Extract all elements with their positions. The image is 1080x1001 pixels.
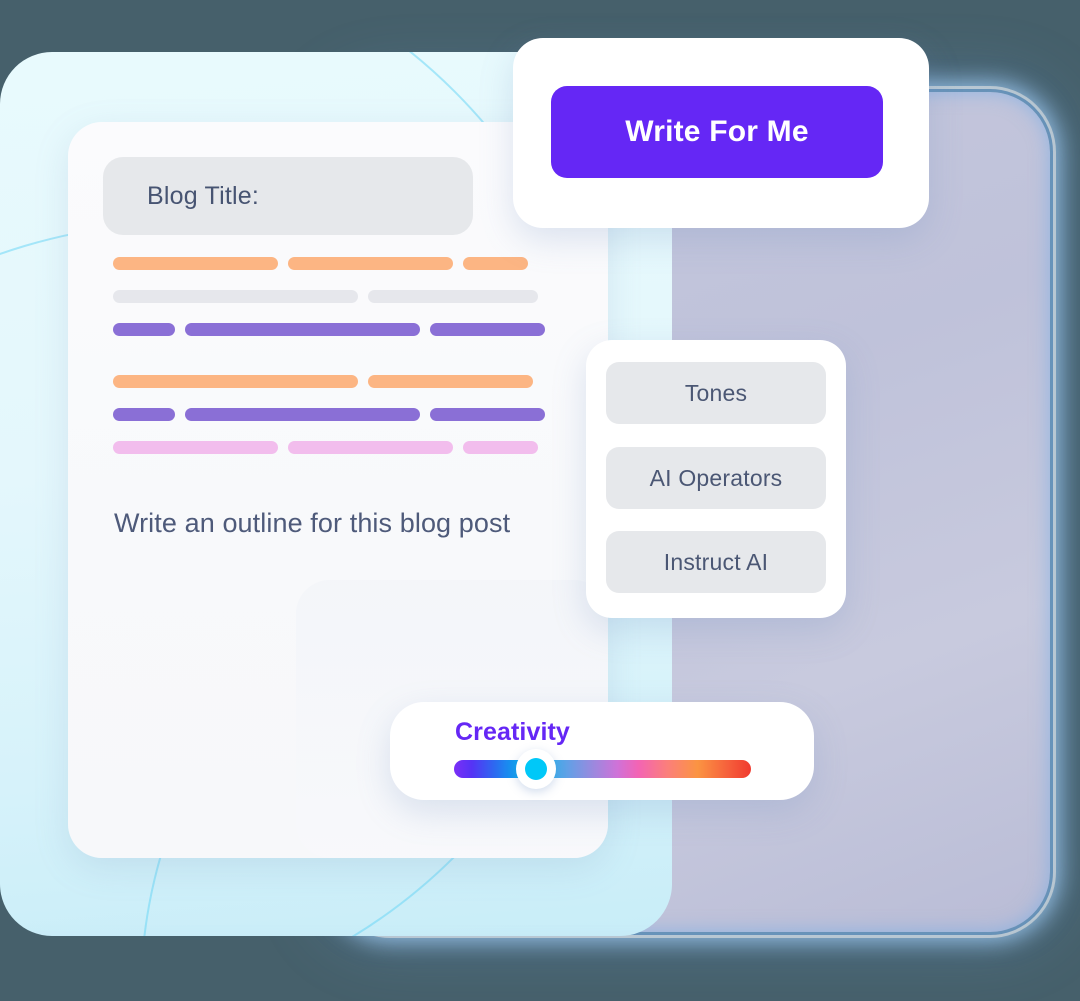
skeleton-bar	[113, 408, 175, 421]
skeleton-row	[113, 408, 545, 421]
creativity-slider-track[interactable]	[454, 760, 751, 778]
skeleton-bar	[113, 257, 278, 270]
skeleton-bar	[113, 375, 358, 388]
screenshot-stage: Blog Title: Write an outline for this bl…	[0, 0, 1080, 1001]
skeleton-bar	[185, 323, 420, 336]
skeleton-row	[113, 323, 545, 336]
blog-title-input[interactable]: Blog Title:	[103, 157, 473, 235]
tones-button[interactable]: Tones	[606, 362, 826, 424]
skeleton-bar	[463, 441, 538, 454]
creativity-slider[interactable]	[454, 749, 751, 789]
ai-operators-button[interactable]: AI Operators	[606, 447, 826, 509]
skeleton-row	[113, 441, 538, 454]
creativity-slider-thumb[interactable]	[525, 758, 547, 780]
skeleton-bar	[113, 290, 358, 303]
options-card: Tones AI Operators Instruct AI	[586, 340, 846, 618]
creativity-card: Creativity	[390, 702, 814, 800]
skeleton-row	[113, 290, 538, 303]
write-for-me-card: Write For Me	[513, 38, 929, 228]
skeleton-bar	[430, 408, 545, 421]
skeleton-bar	[368, 290, 538, 303]
skeleton-row	[113, 375, 533, 388]
skeleton-bar	[463, 257, 528, 270]
prompt-text: Write an outline for this blog post	[114, 508, 511, 538]
blog-title-label: Blog Title:	[147, 181, 259, 210]
skeleton-bar	[430, 323, 545, 336]
skeleton-row	[113, 257, 528, 270]
skeleton-bar	[185, 408, 420, 421]
skeleton-bar	[113, 441, 278, 454]
skeleton-bar	[113, 323, 175, 336]
skeleton-bar	[288, 441, 453, 454]
instruct-ai-button[interactable]: Instruct AI	[606, 531, 826, 593]
creativity-label: Creativity	[455, 718, 570, 746]
skeleton-bar	[368, 375, 533, 388]
write-for-me-button[interactable]: Write For Me	[551, 86, 883, 178]
skeleton-bar	[288, 257, 453, 270]
